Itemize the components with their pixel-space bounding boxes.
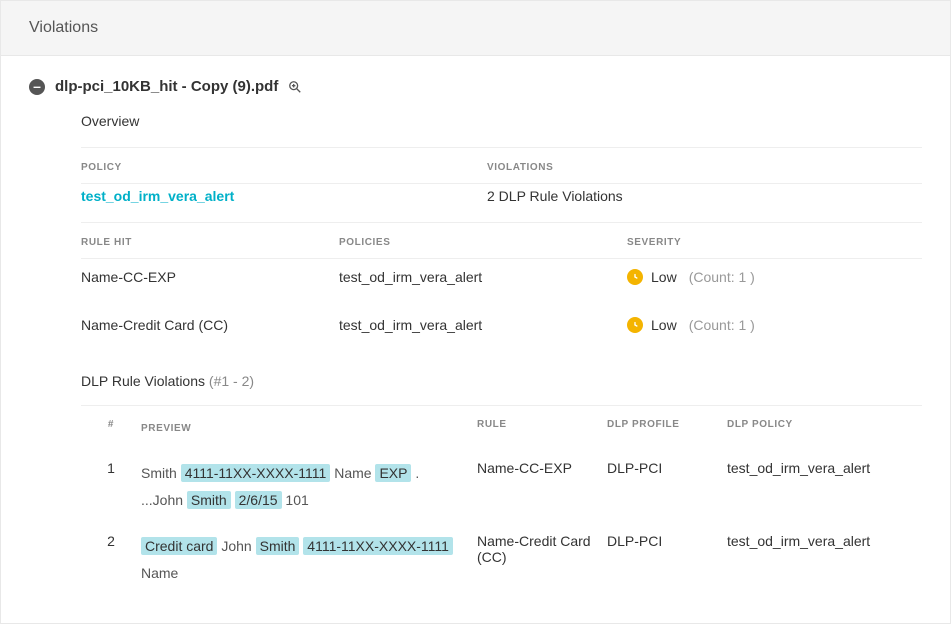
- rule-cell: Name-Credit Card (CC): [477, 533, 607, 565]
- severity-low-icon: [627, 317, 643, 333]
- col-rule-header: RULE: [477, 419, 607, 438]
- severity-count: (Count: 1 ): [689, 269, 755, 285]
- profile-cell: DLP-PCI: [607, 460, 727, 476]
- severity-count: (Count: 1 ): [689, 317, 755, 333]
- magnify-icon[interactable]: [288, 80, 302, 94]
- page-title: Violations: [29, 19, 922, 37]
- text-token: Name: [141, 565, 178, 581]
- policy-row: test_od_irm_vera_alert 2 DLP Rule Violat…: [81, 184, 922, 222]
- rule-cell: Name-CC-EXP: [477, 460, 607, 476]
- highlight-token: 4111-11XX-XXXX-1111: [303, 537, 453, 555]
- rules-header-row: RULE HIT POLICIES SEVERITY: [81, 223, 922, 258]
- violations-header: VIOLATIONS: [487, 162, 922, 173]
- col-num-header: #: [81, 419, 141, 438]
- content-area: dlp-pci_10KB_hit - Copy (9).pdf Overview…: [1, 56, 950, 596]
- dlp-title-text: DLP Rule Violations: [81, 373, 205, 389]
- rule-policy-cell: test_od_irm_vera_alert: [339, 317, 627, 333]
- file-row: dlp-pci_10KB_hit - Copy (9).pdf: [29, 78, 922, 95]
- rule-row: Name-Credit Card (CC)test_od_irm_vera_al…: [81, 307, 922, 355]
- violations-table-body: 1Smith 4111-11XX-XXXX-1111 Name EXP . ..…: [81, 450, 922, 596]
- col-profile-header: DLP PROFILE: [607, 419, 727, 438]
- preview-cell: Smith 4111-11XX-XXXX-1111 Name EXP . ...…: [141, 460, 477, 513]
- policy-cell: test_od_irm_vera_alert: [727, 533, 922, 549]
- rule-hit-cell: Name-Credit Card (CC): [81, 317, 339, 333]
- preview-cell: Credit card John Smith 4111-11XX-XXXX-11…: [141, 533, 477, 586]
- highlight-token: Smith: [187, 491, 231, 509]
- rule-severity-cell: Low (Count: 1 ): [627, 317, 922, 333]
- col-policy-header: DLP POLICY: [727, 419, 922, 438]
- collapse-icon[interactable]: [29, 79, 45, 95]
- text-token: 101: [282, 492, 309, 508]
- file-name: dlp-pci_10KB_hit - Copy (9).pdf: [55, 78, 278, 95]
- text-token: Name: [330, 465, 375, 481]
- policy-link[interactable]: test_od_irm_vera_alert: [81, 188, 234, 204]
- overview-label: Overview: [81, 113, 922, 129]
- row-num: 2: [81, 533, 141, 549]
- highlight-token: Credit card: [141, 537, 217, 555]
- violations-table-header: # PREVIEW RULE DLP PROFILE DLP POLICY: [81, 405, 922, 450]
- panel-header: Violations: [1, 1, 950, 56]
- highlight-token: Smith: [256, 537, 300, 555]
- policy-header-row: POLICY VIOLATIONS: [81, 148, 922, 183]
- rule-hit-header: RULE HIT: [81, 237, 339, 248]
- col-preview-header: PREVIEW: [141, 419, 477, 438]
- violation-row: 2 Credit card John Smith 4111-11XX-XXXX-…: [81, 523, 922, 596]
- dlp-section-title: DLP Rule Violations (#1 - 2): [81, 355, 922, 405]
- rule-row: Name-CC-EXPtest_od_irm_vera_alert Low (Cou…: [81, 259, 922, 307]
- policy-header: POLICY: [81, 162, 487, 173]
- text-token: Smith: [141, 465, 181, 481]
- highlight-token: 2/6/15: [235, 491, 282, 509]
- details: Overview POLICY VIOLATIONS test_od_irm_v…: [29, 113, 922, 596]
- rules-body: Name-CC-EXPtest_od_irm_vera_alertLow(Cou…: [81, 259, 922, 355]
- rule-policy-cell: test_od_irm_vera_alert: [339, 269, 627, 285]
- profile-cell: DLP-PCI: [607, 533, 727, 549]
- severity-low-icon: [627, 269, 643, 285]
- highlight-token: EXP: [375, 464, 411, 482]
- policy-cell: test_od_irm_vera_alert: [727, 460, 922, 476]
- highlight-token: 4111-11XX-XXXX-1111: [181, 464, 331, 482]
- text-token: John: [217, 538, 255, 554]
- rule-hit-cell: Name-CC-EXP: [81, 269, 339, 285]
- violation-row: 1Smith 4111-11XX-XXXX-1111 Name EXP . ..…: [81, 450, 922, 523]
- severity-header: SEVERITY: [627, 237, 922, 248]
- severity-text: Low: [651, 269, 677, 285]
- severity-text: Low: [651, 317, 677, 333]
- violations-count: 2 DLP Rule Violations: [487, 188, 922, 204]
- row-num: 1: [81, 460, 141, 476]
- policies-header: POLICIES: [339, 237, 627, 248]
- dlp-range: (#1 - 2): [209, 373, 254, 389]
- rule-severity-cell: Low (Count: 1 ): [627, 269, 922, 285]
